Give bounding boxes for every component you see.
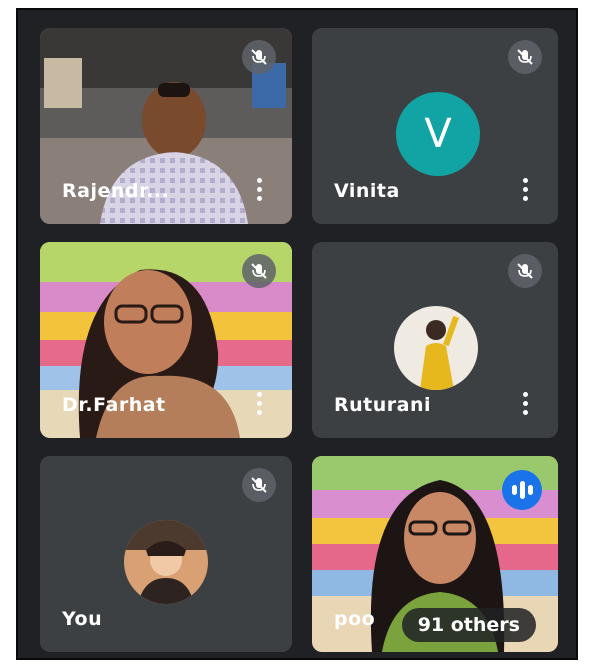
mic-off-icon — [508, 254, 542, 288]
participant-name: Dr.Farhat — [62, 394, 166, 416]
overflow-participants-label[interactable]: 91 others — [401, 608, 536, 642]
participant-tile-ruturani[interactable]: Ruturani — [312, 242, 558, 438]
participant-name: poo — [334, 608, 376, 630]
mic-off-icon — [242, 468, 276, 502]
more-vert-icon[interactable] — [522, 178, 528, 206]
participant-tile-you[interactable]: You — [40, 456, 292, 652]
participant-tile-dr-farhat[interactable]: Dr.Farhat — [40, 242, 292, 438]
more-vert-icon[interactable] — [522, 392, 528, 420]
meeting-grid: Rajendr... V Vinita Dr.Farhat Ruturani Y… — [16, 8, 578, 660]
participant-tile-others[interactable]: poo 91 others — [312, 456, 558, 652]
mic-off-icon — [242, 254, 276, 288]
more-vert-icon[interactable] — [256, 178, 262, 206]
avatar: V — [396, 92, 480, 176]
participant-tile-vinita[interactable]: V Vinita — [312, 28, 558, 224]
avatar — [124, 520, 208, 604]
mic-off-icon — [242, 40, 276, 74]
participant-name: Vinita — [334, 180, 400, 202]
participant-name: Rajendr... — [62, 180, 170, 202]
audio-level-icon — [502, 470, 542, 510]
participant-name: Ruturani — [334, 394, 431, 416]
participant-name: You — [62, 608, 103, 630]
avatar — [394, 306, 478, 390]
mic-off-icon — [508, 40, 542, 74]
participant-tile-rajendra[interactable]: Rajendr... — [40, 28, 292, 224]
more-vert-icon[interactable] — [256, 392, 262, 420]
